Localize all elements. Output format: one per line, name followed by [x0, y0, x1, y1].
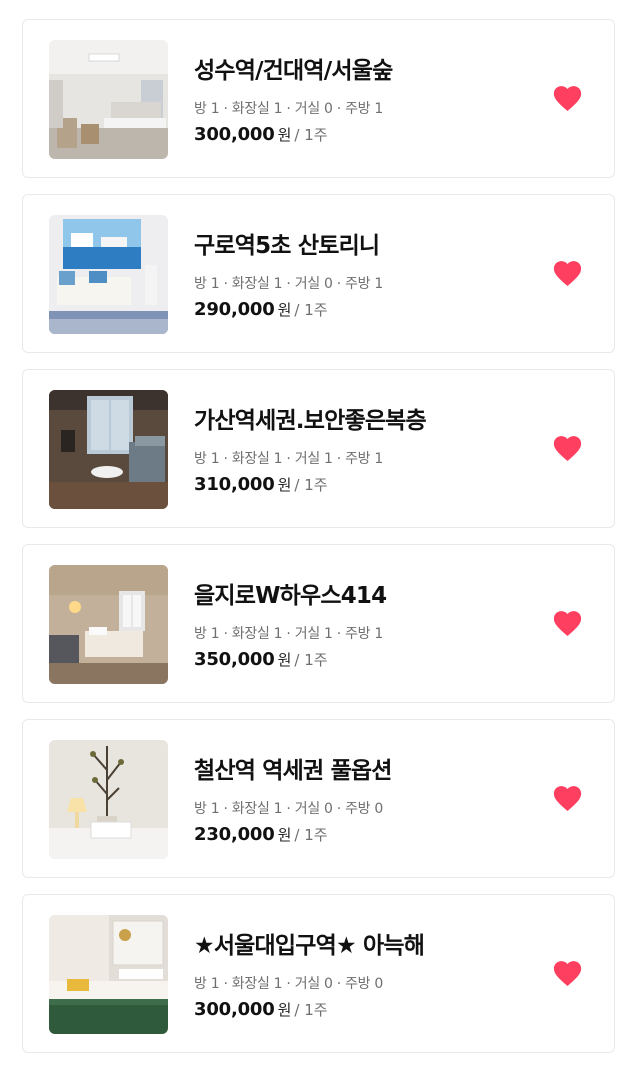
- listing-currency: 원: [277, 476, 292, 494]
- listing-price-line: 310,000 원/ 1주: [194, 474, 328, 495]
- heart-filled-icon[interactable]: [551, 257, 584, 287]
- listing-card[interactable]: 성수역/건대역/서울숲 방 1 · 화장실 1 · 거실 0 · 주방 1 30…: [22, 19, 615, 178]
- heart-filled-icon[interactable]: [551, 957, 584, 987]
- listing-period: / 1주: [294, 651, 328, 669]
- listing-price: 230,000: [194, 824, 275, 845]
- listing-title: 철산역 역세권 풀옵션: [194, 758, 392, 784]
- listing-period: / 1주: [294, 476, 328, 494]
- listing-card[interactable]: 철산역 역세권 풀옵션 방 1 · 화장실 1 · 거실 0 · 주방 0 23…: [22, 719, 615, 878]
- listing-specs: 방 1 · 화장실 1 · 거실 0 · 주방 0: [194, 801, 384, 817]
- listing-photo: [49, 740, 168, 859]
- listing-price-line: 290,000 원/ 1주: [194, 299, 328, 320]
- listing-price: 300,000: [194, 124, 275, 145]
- listing-title: 구로역5초 산토리니: [194, 233, 380, 259]
- listing-period: / 1주: [294, 301, 328, 319]
- listing-title: 성수역/건대역/서울숲: [194, 58, 393, 84]
- listing-period: / 1주: [294, 1001, 328, 1019]
- listing-specs: 방 1 · 화장실 1 · 거실 1 · 주방 1: [194, 626, 384, 642]
- listing-specs: 방 1 · 화장실 1 · 거실 1 · 주방 1: [194, 451, 384, 467]
- listing-currency: 원: [277, 826, 292, 844]
- listing-specs: 방 1 · 화장실 1 · 거실 0 · 주방 1: [194, 101, 384, 117]
- heart-filled-icon[interactable]: [551, 782, 584, 812]
- listing-price-line: 300,000 원/ 1주: [194, 124, 328, 145]
- listing-price-line: 350,000 원/ 1주: [194, 649, 328, 670]
- listing-price-line: 300,000 원/ 1주: [194, 999, 328, 1020]
- listing-price: 350,000: [194, 649, 275, 670]
- listing-title: 을지로W하우스414: [194, 583, 387, 609]
- listing-title: ★서울대입구역★ 아늑해: [194, 933, 425, 959]
- listing-specs: 방 1 · 화장실 1 · 거실 0 · 주방 1: [194, 276, 384, 292]
- listing-card[interactable]: 을지로W하우스414 방 1 · 화장실 1 · 거실 1 · 주방 1 350…: [22, 544, 615, 703]
- listing-photo: [49, 565, 168, 684]
- listing-photo: [49, 390, 168, 509]
- listing-specs: 방 1 · 화장실 1 · 거실 0 · 주방 0: [194, 976, 384, 992]
- listing-price: 300,000: [194, 999, 275, 1020]
- listing-card[interactable]: 구로역5초 산토리니 방 1 · 화장실 1 · 거실 0 · 주방 1 290…: [22, 194, 615, 353]
- listing-currency: 원: [277, 126, 292, 144]
- listing-card[interactable]: ★서울대입구역★ 아늑해 방 1 · 화장실 1 · 거실 0 · 주방 0 3…: [22, 894, 615, 1053]
- listing-photo: [49, 215, 168, 334]
- listing-currency: 원: [277, 1001, 292, 1019]
- listing-currency: 원: [277, 301, 292, 319]
- listing-photo: [49, 40, 168, 159]
- listing-photo: [49, 915, 168, 1034]
- listing-period: / 1주: [294, 126, 328, 144]
- listing-period: / 1주: [294, 826, 328, 844]
- listing-title: 가산역세권.보안좋은복층: [194, 408, 427, 434]
- listing-currency: 원: [277, 651, 292, 669]
- heart-filled-icon[interactable]: [551, 607, 584, 637]
- heart-filled-icon[interactable]: [551, 432, 584, 462]
- heart-filled-icon[interactable]: [551, 82, 584, 112]
- listing-price-line: 230,000 원/ 1주: [194, 824, 328, 845]
- listing-price: 310,000: [194, 474, 275, 495]
- listing-list: 성수역/건대역/서울숲 방 1 · 화장실 1 · 거실 0 · 주방 1 30…: [0, 0, 640, 1069]
- listing-price: 290,000: [194, 299, 275, 320]
- listing-card[interactable]: 가산역세권.보안좋은복층 방 1 · 화장실 1 · 거실 1 · 주방 1 3…: [22, 369, 615, 528]
